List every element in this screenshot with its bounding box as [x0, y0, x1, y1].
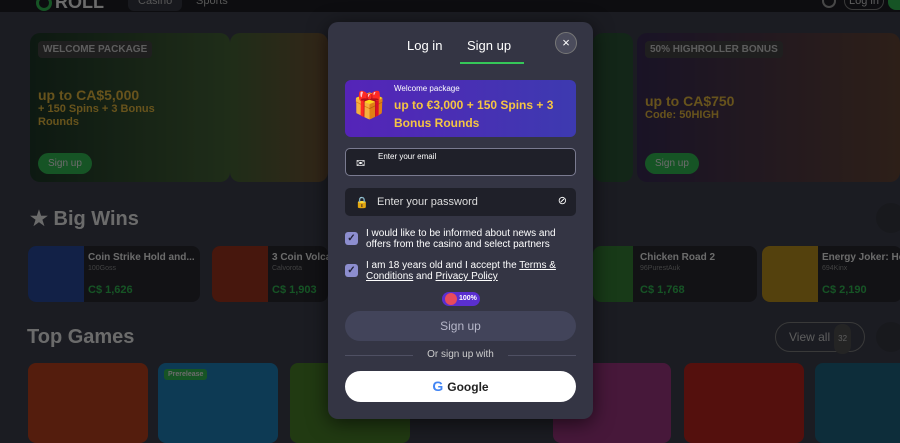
welcome-title: up to €3,000 + 150 Spins + 3 Bonus Round… [394, 98, 554, 130]
big-win-item[interactable]: 3 Coin Volca Calvorota C$ 1,903 [212, 246, 328, 302]
game-name: 3 Coin Volca [272, 252, 328, 263]
big-wins-title: ★ Big Wins [30, 208, 139, 230]
carousel-prev-button[interactable] [876, 203, 900, 233]
login-button[interactable]: Log in [844, 0, 884, 10]
player-name: Calvorota [272, 265, 302, 272]
lock-icon: 🔒 [355, 197, 369, 209]
prerelease-badge: Prerelease [164, 369, 208, 380]
carousel-prev-button[interactable] [876, 322, 900, 352]
game-tile[interactable] [684, 363, 804, 443]
terms-checkbox[interactable]: ✓ [345, 264, 358, 277]
google-signup-button[interactable]: G Google [345, 371, 576, 402]
logo: ROLL [36, 0, 104, 13]
password-field[interactable]: 🔒 Enter your password ⊘ [345, 188, 576, 216]
promo-tag: WELCOME PACKAGE [38, 41, 153, 58]
game-thumbnail [28, 246, 84, 302]
news-checkbox-label: I would like to be informed about news a… [366, 228, 556, 250]
game-tile[interactable] [815, 363, 900, 443]
big-win-item[interactable]: Energy Joker: Hol 694Kinx C$ 2,190 [762, 246, 900, 302]
game-name: Coin Strike Hold and... [88, 252, 195, 263]
game-thumbnail [593, 246, 633, 302]
email-label: Enter your email [378, 152, 437, 161]
player-name: 96PurestAuk [640, 265, 681, 272]
promo-art-2 [593, 33, 633, 182]
promo-sub: + 150 Spins + 3 Bonus Rounds [38, 103, 155, 128]
win-amount: C$ 1,768 [640, 284, 685, 296]
game-tile[interactable] [28, 363, 148, 443]
win-amount: C$ 2,190 [822, 284, 867, 296]
news-checkbox[interactable]: ✓ [345, 232, 358, 245]
eye-off-icon[interactable]: ⊘ [558, 194, 567, 207]
promo-title: up to CA$5,000 [38, 87, 140, 103]
tab-login[interactable]: Log in [407, 38, 442, 53]
top-bar: ROLL Casino Sports Log in [0, 0, 900, 12]
game-name: Chicken Road 2 [640, 252, 716, 263]
terms-checkbox-label: I am 18 years old and I accept the Terms… [366, 260, 556, 282]
game-name: Energy Joker: Hol [822, 252, 900, 263]
google-icon: G [432, 378, 444, 394]
auth-modal: Log in Sign up × 🎁 Welcome package up to… [328, 22, 593, 419]
top-games-title: Top Games [27, 326, 135, 348]
signup-progress-badge: 100% [442, 292, 480, 306]
tab-sports[interactable]: Sports [186, 0, 238, 11]
gift-icon: 🎁 [353, 90, 386, 120]
promo-art [230, 33, 328, 182]
privacy-link[interactable]: Privacy Policy [436, 271, 498, 282]
signup-button[interactable]: Sign up [345, 311, 576, 341]
big-win-item[interactable]: Chicken Road 2 96PurestAuk C$ 1,768 [593, 246, 757, 302]
game-thumbnail [762, 246, 818, 302]
promo-card-highroller[interactable]: 50% HIGHROLLER BONUS up to CA$750 Code: … [637, 33, 900, 182]
welcome-label: Welcome package [394, 84, 460, 93]
tab-casino[interactable]: Casino [128, 0, 183, 11]
promo-signup-button[interactable]: Sign up [645, 153, 699, 174]
or-signup-label: Or sign up with [413, 349, 508, 360]
promo-tag: 50% HIGHROLLER BONUS [645, 41, 783, 58]
bonus-icon [445, 293, 457, 305]
envelope-icon: ✉ [356, 158, 366, 170]
view-all-button[interactable]: View all 32 [775, 322, 865, 354]
big-win-item[interactable]: Coin Strike Hold and... 100Goss C$ 1,626 [28, 246, 200, 302]
promo-title: up to CA$750 [645, 93, 735, 109]
search-icon[interactable] [822, 0, 836, 8]
close-icon[interactable]: × [555, 32, 577, 54]
win-amount: C$ 1,903 [272, 284, 317, 296]
player-name: 100Goss [88, 265, 117, 272]
welcome-banner: 🎁 Welcome package up to €3,000 + 150 Spi… [345, 80, 576, 137]
promo-sub: Code: 50HIGH [645, 109, 719, 121]
email-field[interactable]: ✉ Enter your email [345, 148, 576, 176]
promo-signup-button[interactable]: Sign up [38, 153, 92, 174]
win-amount: C$ 1,626 [88, 284, 133, 296]
password-placeholder: Enter your password [377, 196, 478, 208]
tab-signup[interactable]: Sign up [467, 38, 511, 53]
active-tab-indicator [460, 62, 524, 64]
player-name: 694Kinx [822, 265, 848, 272]
promo-card-welcome[interactable]: WELCOME PACKAGE up to CA$5,000 + 150 Spi… [30, 33, 230, 182]
game-tile[interactable]: Prerelease [158, 363, 278, 443]
register-button[interactable] [888, 0, 900, 10]
game-thumbnail [212, 246, 268, 302]
